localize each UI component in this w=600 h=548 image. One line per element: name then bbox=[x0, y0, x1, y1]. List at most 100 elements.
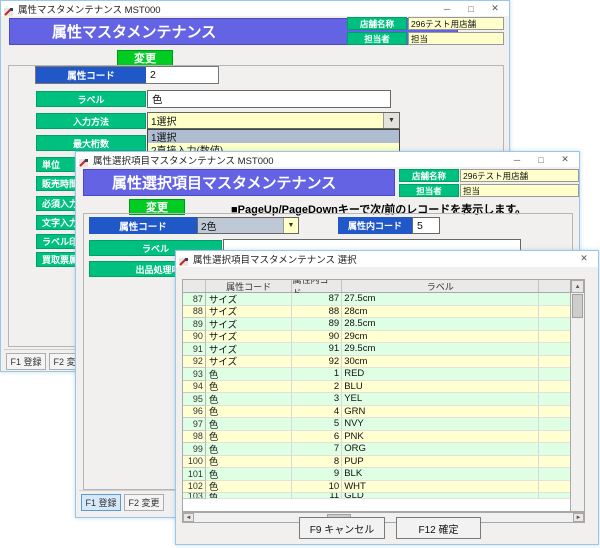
minimize-icon[interactable]: ─ bbox=[435, 1, 459, 16]
close-icon[interactable]: ✕ bbox=[572, 251, 596, 266]
label-cell[interactable]: BLU bbox=[342, 381, 539, 394]
table-row[interactable]: 94色2BLU bbox=[183, 381, 570, 394]
attr-code-cell[interactable]: サイズ bbox=[206, 331, 293, 344]
attr-inner-code-cell[interactable]: 11 bbox=[292, 493, 342, 499]
staff-field[interactable]: 担当 bbox=[460, 184, 579, 197]
attr-code-cell[interactable]: 色 bbox=[206, 493, 293, 499]
window2-titlebar[interactable]: 属性選択項目マスタメンテナンス MST000 ─ □ ✕ bbox=[76, 152, 579, 167]
label-cell[interactable]: 28.5cm bbox=[342, 318, 539, 331]
table-row[interactable]: 95色3YEL bbox=[183, 393, 570, 406]
attr-inner-code-cell[interactable]: 1 bbox=[292, 368, 342, 381]
attr-code-cell[interactable]: サイズ bbox=[206, 306, 293, 319]
attr-inner-code-cell[interactable]: 91 bbox=[292, 343, 342, 356]
table-row[interactable]: 90サイズ9029cm bbox=[183, 331, 570, 344]
attr-code-cell[interactable]: 色 bbox=[206, 393, 293, 406]
label-cell[interactable]: 30cm bbox=[342, 356, 539, 369]
attr-inner-code-cell[interactable]: 90 bbox=[292, 331, 342, 344]
attr-code-cell[interactable]: 色 bbox=[206, 406, 293, 419]
attr-code-cell[interactable]: サイズ bbox=[206, 343, 293, 356]
attr-inner-code-cell[interactable]: 2 bbox=[292, 381, 342, 394]
attr-inner-code-cell[interactable]: 5 bbox=[292, 418, 342, 431]
attr-inner-code-cell[interactable]: 9 bbox=[292, 468, 342, 481]
scroll-right-icon[interactable]: ► bbox=[573, 513, 584, 522]
maximize-icon[interactable]: □ bbox=[459, 1, 483, 16]
label-cell[interactable]: 28cm bbox=[342, 306, 539, 319]
scroll-up-icon[interactable]: ▲ bbox=[571, 280, 584, 293]
label-cell[interactable]: 27.5cm bbox=[342, 293, 539, 306]
table-row[interactable]: 97色5NVY bbox=[183, 418, 570, 431]
vertical-scroll-thumb[interactable] bbox=[572, 294, 583, 318]
store-name-field[interactable]: 296テスト用店舗 bbox=[460, 169, 579, 182]
table-row[interactable]: 89サイズ8928.5cm bbox=[183, 318, 570, 331]
window1-titlebar[interactable]: 属性マスタメンテナンス MST000 ─ □ ✕ bbox=[1, 1, 509, 16]
label-cell[interactable]: WHT bbox=[342, 481, 539, 494]
label-cell[interactable]: 29cm bbox=[342, 331, 539, 344]
attr-code-field[interactable]: 2 bbox=[146, 67, 218, 83]
attr-code-cell[interactable]: サイズ bbox=[206, 293, 293, 306]
input-method-combobox[interactable]: 1選択 ▼ bbox=[147, 112, 400, 129]
attr-code-cell[interactable]: サイズ bbox=[206, 318, 293, 331]
attr-inner-code-cell[interactable]: 10 bbox=[292, 481, 342, 494]
store-name-field[interactable]: 296テスト用店舗 bbox=[408, 17, 504, 30]
attr-code-cell[interactable]: サイズ bbox=[206, 356, 293, 369]
window3-titlebar[interactable]: 属性選択項目マスタメンテナンス 選択 ✕ bbox=[176, 251, 598, 267]
table-row[interactable]: 102色10WHT bbox=[183, 481, 570, 494]
close-icon[interactable]: ✕ bbox=[553, 152, 577, 167]
label-input[interactable]: 色 bbox=[147, 90, 391, 108]
label-cell[interactable]: GRN bbox=[342, 406, 539, 419]
table-row[interactable]: 88サイズ8828cm bbox=[183, 306, 570, 319]
attr-code-cell[interactable]: 色 bbox=[206, 418, 293, 431]
chevron-down-icon[interactable]: ▼ bbox=[283, 218, 298, 233]
attr-code-cell[interactable]: 色 bbox=[206, 481, 293, 494]
attr-inner-code-cell[interactable]: 3 bbox=[292, 393, 342, 406]
table-row[interactable]: 93色1RED bbox=[183, 368, 570, 381]
f1-register-button[interactable]: F1 登録 bbox=[6, 353, 46, 370]
label-cell[interactable]: ORG bbox=[342, 443, 539, 456]
attr-code-cell[interactable]: 色 bbox=[206, 468, 293, 481]
vertical-scrollbar[interactable]: ▲ bbox=[570, 280, 584, 511]
label-cell[interactable]: PNK bbox=[342, 431, 539, 444]
table-row[interactable]: 101色9BLK bbox=[183, 468, 570, 481]
f12-confirm-button[interactable]: F12 確定 bbox=[396, 517, 481, 539]
minimize-icon[interactable]: ─ bbox=[505, 152, 529, 167]
table-row[interactable]: 98色6PNK bbox=[183, 431, 570, 444]
label-cell[interactable]: RED bbox=[342, 368, 539, 381]
close-icon[interactable]: ✕ bbox=[483, 1, 507, 16]
f9-cancel-button[interactable]: F9 キャンセル bbox=[299, 517, 385, 539]
table-row[interactable]: 92サイズ9230cm bbox=[183, 356, 570, 369]
f2-change-button[interactable]: F2 変更 bbox=[124, 494, 164, 511]
attr-inner-code-field[interactable]: 5 bbox=[412, 217, 440, 234]
attr-inner-code-cell[interactable]: 88 bbox=[292, 306, 342, 319]
label-cell[interactable]: BLK bbox=[342, 468, 539, 481]
table-row[interactable]: 103色11GLD bbox=[183, 493, 570, 499]
attr-inner-code-cell[interactable]: 87 bbox=[292, 293, 342, 306]
label-cell[interactable]: GLD bbox=[342, 493, 539, 499]
table-row[interactable]: 96色4GRN bbox=[183, 406, 570, 419]
table-row[interactable]: 99色7ORG bbox=[183, 443, 570, 456]
table-row[interactable]: 91サイズ9129.5cm bbox=[183, 343, 570, 356]
f1-register-button[interactable]: F1 登録 bbox=[81, 494, 121, 511]
staff-field[interactable]: 担当 bbox=[408, 32, 504, 45]
attr-inner-code-cell[interactable]: 6 bbox=[292, 431, 342, 444]
attr-inner-code-cell[interactable]: 7 bbox=[292, 443, 342, 456]
attr-inner-code-cell[interactable]: 92 bbox=[292, 356, 342, 369]
label-cell[interactable]: YEL bbox=[342, 393, 539, 406]
chevron-down-icon[interactable]: ▼ bbox=[383, 113, 399, 128]
attr-inner-code-cell[interactable]: 89 bbox=[292, 318, 342, 331]
attr-code-cell[interactable]: 色 bbox=[206, 381, 293, 394]
label-cell[interactable]: NVY bbox=[342, 418, 539, 431]
attr-inner-code-cell[interactable]: 4 bbox=[292, 406, 342, 419]
attr-inner-code-cell[interactable]: 8 bbox=[292, 456, 342, 469]
attr-code-cell[interactable]: 色 bbox=[206, 443, 293, 456]
attr-code-cell[interactable]: 色 bbox=[206, 456, 293, 469]
attr-code-cell[interactable]: 色 bbox=[206, 431, 293, 444]
label-cell[interactable]: PUP bbox=[342, 456, 539, 469]
change-mode-button[interactable]: 変更 bbox=[117, 50, 173, 66]
table-row[interactable]: 100色8PUP bbox=[183, 456, 570, 469]
maximize-icon[interactable]: □ bbox=[529, 152, 553, 167]
label-cell[interactable]: 29.5cm bbox=[342, 343, 539, 356]
scroll-left-icon[interactable]: ◄ bbox=[183, 513, 194, 522]
attr-code-cell[interactable]: 色 bbox=[206, 368, 293, 381]
table-row[interactable]: 87サイズ8727.5cm bbox=[183, 293, 570, 306]
attr-code-combobox[interactable]: 2色 ▼ bbox=[197, 217, 299, 234]
